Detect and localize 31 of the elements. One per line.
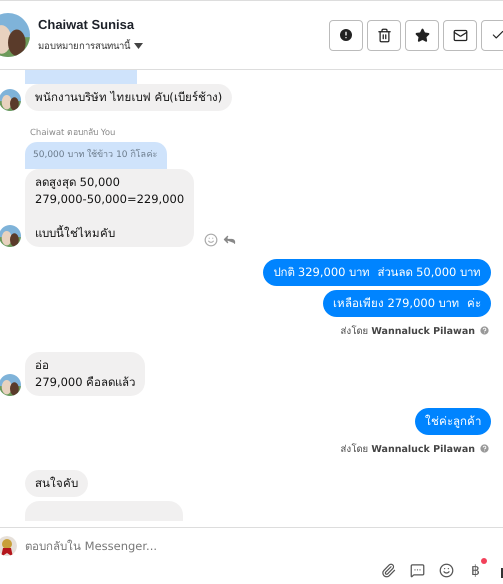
saved-replies-button[interactable] [409, 562, 426, 579]
message-bubble: ลดสูงสุด 50,000 279,000-50,000=229,000 แบบนี้ใช่ไหมคับ [25, 169, 194, 247]
assign-dropdown[interactable]: มอบหมายการสนทนานี้ [38, 38, 329, 53]
trash-icon [376, 28, 392, 42]
help-icon[interactable] [479, 325, 490, 336]
chat-icon [410, 563, 425, 578]
unread-button[interactable] [443, 20, 477, 50]
sent-by-label: ส่งโดย Wannaluck Pilawan [340, 324, 475, 338]
message-bubble: ปกติ 329,000 บาท ส่วนลด 50,000 บาท [263, 259, 491, 286]
paperclip-icon [381, 563, 396, 578]
envelope-icon [452, 28, 468, 42]
caret-icon [134, 42, 143, 48]
message-bubble: ใช่ค่ะลูกค้า [415, 408, 491, 435]
message-bubble: อ่อ 279,000 คือลดแล้ว [25, 352, 146, 396]
star-icon [414, 28, 430, 42]
help-icon[interactable] [479, 443, 490, 454]
contact-name: Chaiwat Sunisa [38, 17, 136, 32]
emoji-button[interactable] [438, 562, 455, 579]
alert-icon [338, 27, 354, 43]
message-bubble: เหลือเพียง 279,000 บาท ค่ะ [322, 290, 491, 317]
message-bubble: สนใจคับ [25, 470, 88, 497]
quoted-message: 50,000 บาท ใช้ข้าว 10 กิโลค่ะ [25, 142, 168, 169]
smiley-icon [439, 563, 454, 578]
report-button[interactable] [329, 20, 363, 50]
delete-button[interactable] [367, 20, 401, 50]
sent-by-label: ส่งโดย Wannaluck Pilawan [340, 442, 475, 456]
message-bubble: พนักงานบริษัท ไทยเบฟ คับ(เบียร์ช้าง) [25, 84, 232, 111]
star-button[interactable] [405, 20, 439, 50]
payment-button[interactable]: ฿ [467, 562, 484, 579]
reply-label: Chaiwat ตอบกลับ You [30, 127, 116, 139]
attach-button[interactable] [380, 562, 397, 579]
